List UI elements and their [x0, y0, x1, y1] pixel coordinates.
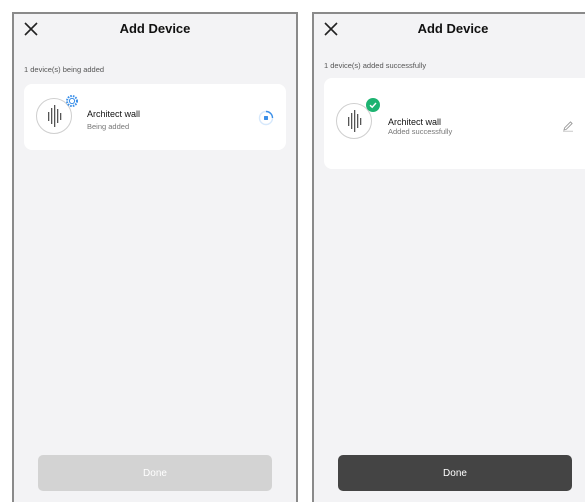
success-badge — [366, 98, 380, 112]
adding-status-text: 1 device(s) being added — [24, 65, 105, 74]
header: Add Device — [314, 14, 585, 46]
device-status: Added successfully — [388, 127, 453, 136]
architect-wall-device-icon — [348, 110, 362, 132]
device-name: Architect wall — [388, 117, 442, 127]
device-name: Architect wall — [87, 109, 141, 119]
pairing-badge — [65, 94, 79, 108]
page-title: Add Device — [417, 21, 489, 36]
done-button[interactable]: Done — [38, 455, 272, 491]
added-screen: Add Device 1 device(s) added successfull… — [312, 12, 585, 502]
done-button[interactable]: Done — [338, 455, 572, 491]
device-card: Architect wall Being added — [24, 84, 286, 150]
device-card: Architect wall Added successfully — [324, 78, 585, 169]
header: Add Device — [14, 14, 296, 46]
device-status: Being added — [87, 122, 130, 131]
adding-screen: Add Device 1 device(s) being added Archi… — [12, 12, 298, 502]
pairing-gear-icon — [66, 95, 78, 107]
check-circle-icon — [369, 102, 377, 109]
pencil-icon[interactable] — [562, 120, 574, 132]
added-status-text: 1 device(s) added successfully — [324, 61, 427, 70]
page-title: Add Device — [119, 21, 191, 36]
loading-spinner-icon — [258, 110, 274, 126]
